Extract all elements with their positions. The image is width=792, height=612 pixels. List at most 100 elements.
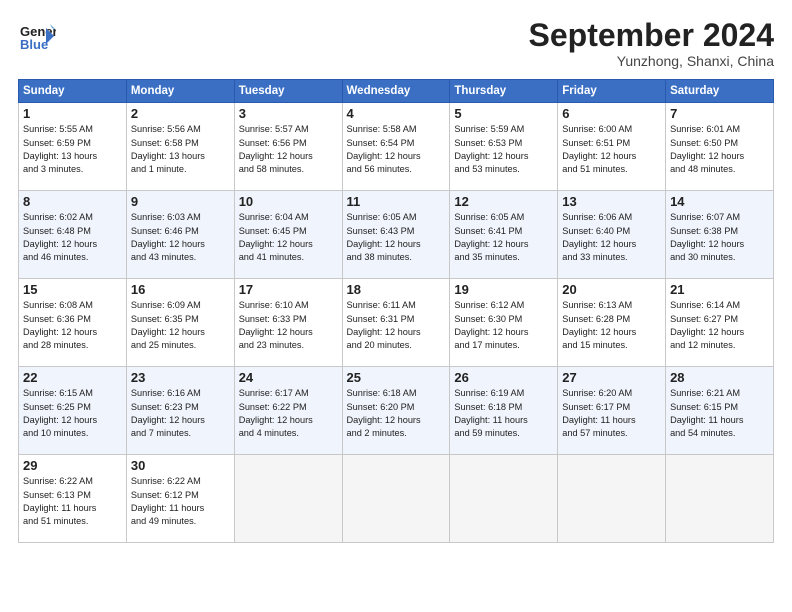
day-info: Daylight: 12 hours — [239, 150, 338, 163]
col-monday: Monday — [126, 80, 234, 103]
cell-1-6: 6Sunrise: 6:00 AMSunset: 6:51 PMDaylight… — [558, 103, 666, 191]
day-number: 18 — [347, 282, 446, 297]
cell-5-5 — [450, 455, 558, 543]
cell-5-2: 30Sunrise: 6:22 AMSunset: 6:12 PMDayligh… — [126, 455, 234, 543]
day-number: 29 — [23, 458, 122, 473]
calendar-table: Sunday Monday Tuesday Wednesday Thursday… — [18, 79, 774, 543]
day-info: Sunrise: 6:22 AM — [131, 475, 230, 488]
day-info: Daylight: 12 hours — [347, 150, 446, 163]
cell-2-1: 8Sunrise: 6:02 AMSunset: 6:48 PMDaylight… — [19, 191, 127, 279]
cell-2-7: 14Sunrise: 6:07 AMSunset: 6:38 PMDayligh… — [666, 191, 774, 279]
day-number: 28 — [670, 370, 769, 385]
day-info: Sunrise: 6:13 AM — [562, 299, 661, 312]
day-info: Sunrise: 6:12 AM — [454, 299, 553, 312]
day-info: Daylight: 13 hours — [131, 150, 230, 163]
day-number: 4 — [347, 106, 446, 121]
cell-3-7: 21Sunrise: 6:14 AMSunset: 6:27 PMDayligh… — [666, 279, 774, 367]
svg-text:Blue: Blue — [20, 37, 48, 52]
day-number: 9 — [131, 194, 230, 209]
day-info: and 12 minutes. — [670, 339, 769, 352]
day-number: 24 — [239, 370, 338, 385]
day-number: 13 — [562, 194, 661, 209]
cell-4-6: 27Sunrise: 6:20 AMSunset: 6:17 PMDayligh… — [558, 367, 666, 455]
day-info: Sunset: 6:54 PM — [347, 137, 446, 150]
day-info: Sunset: 6:45 PM — [239, 225, 338, 238]
col-sunday: Sunday — [19, 80, 127, 103]
day-info: Sunset: 6:43 PM — [347, 225, 446, 238]
day-info: and 53 minutes. — [454, 163, 553, 176]
day-info: Sunrise: 6:22 AM — [23, 475, 122, 488]
header-row: Sunday Monday Tuesday Wednesday Thursday… — [19, 80, 774, 103]
title-block: September 2024 Yunzhong, Shanxi, China — [529, 18, 774, 69]
day-info: and 30 minutes. — [670, 251, 769, 264]
cell-2-2: 9Sunrise: 6:03 AMSunset: 6:46 PMDaylight… — [126, 191, 234, 279]
day-info: Sunrise: 6:00 AM — [562, 123, 661, 136]
cell-2-6: 13Sunrise: 6:06 AMSunset: 6:40 PMDayligh… — [558, 191, 666, 279]
day-info: Daylight: 11 hours — [670, 414, 769, 427]
page: General Blue September 2024 Yunzhong, Sh… — [0, 0, 792, 612]
day-number: 23 — [131, 370, 230, 385]
day-number: 8 — [23, 194, 122, 209]
cell-4-5: 26Sunrise: 6:19 AMSunset: 6:18 PMDayligh… — [450, 367, 558, 455]
day-info: Sunset: 6:48 PM — [23, 225, 122, 238]
day-info: Sunset: 6:31 PM — [347, 313, 446, 326]
day-info: Sunrise: 6:03 AM — [131, 211, 230, 224]
col-friday: Friday — [558, 80, 666, 103]
day-info: Sunset: 6:50 PM — [670, 137, 769, 150]
day-info: Daylight: 12 hours — [562, 150, 661, 163]
day-info: Sunset: 6:56 PM — [239, 137, 338, 150]
day-info: Daylight: 12 hours — [131, 238, 230, 251]
day-info: Sunrise: 6:14 AM — [670, 299, 769, 312]
day-info: and 38 minutes. — [347, 251, 446, 264]
day-info: and 51 minutes. — [562, 163, 661, 176]
day-number: 25 — [347, 370, 446, 385]
cell-5-4 — [342, 455, 450, 543]
day-info: Sunrise: 6:07 AM — [670, 211, 769, 224]
day-info: Daylight: 12 hours — [23, 414, 122, 427]
cell-5-7 — [666, 455, 774, 543]
calendar-body: 1Sunrise: 5:55 AMSunset: 6:59 PMDaylight… — [19, 103, 774, 543]
day-info: and 23 minutes. — [239, 339, 338, 352]
day-number: 6 — [562, 106, 661, 121]
cell-4-7: 28Sunrise: 6:21 AMSunset: 6:15 PMDayligh… — [666, 367, 774, 455]
cell-4-3: 24Sunrise: 6:17 AMSunset: 6:22 PMDayligh… — [234, 367, 342, 455]
cell-4-2: 23Sunrise: 6:16 AMSunset: 6:23 PMDayligh… — [126, 367, 234, 455]
day-info: Daylight: 12 hours — [23, 238, 122, 251]
day-info: and 49 minutes. — [131, 515, 230, 528]
col-wednesday: Wednesday — [342, 80, 450, 103]
day-info: Sunrise: 6:15 AM — [23, 387, 122, 400]
cell-3-1: 15Sunrise: 6:08 AMSunset: 6:36 PMDayligh… — [19, 279, 127, 367]
day-info: Sunrise: 6:01 AM — [670, 123, 769, 136]
week-row-4: 22Sunrise: 6:15 AMSunset: 6:25 PMDayligh… — [19, 367, 774, 455]
day-info: Daylight: 13 hours — [23, 150, 122, 163]
day-info: and 25 minutes. — [131, 339, 230, 352]
cell-1-2: 2Sunrise: 5:56 AMSunset: 6:58 PMDaylight… — [126, 103, 234, 191]
day-info: and 48 minutes. — [670, 163, 769, 176]
day-info: Sunset: 6:53 PM — [454, 137, 553, 150]
day-number: 16 — [131, 282, 230, 297]
day-number: 17 — [239, 282, 338, 297]
day-info: and 43 minutes. — [131, 251, 230, 264]
day-info: and 10 minutes. — [23, 427, 122, 440]
day-info: Daylight: 11 hours — [454, 414, 553, 427]
cell-2-4: 11Sunrise: 6:05 AMSunset: 6:43 PMDayligh… — [342, 191, 450, 279]
day-info: Daylight: 12 hours — [239, 326, 338, 339]
cell-5-3 — [234, 455, 342, 543]
day-info: Sunrise: 6:21 AM — [670, 387, 769, 400]
day-info: Sunset: 6:18 PM — [454, 401, 553, 414]
cell-2-5: 12Sunrise: 6:05 AMSunset: 6:41 PMDayligh… — [450, 191, 558, 279]
day-info: and 59 minutes. — [454, 427, 553, 440]
day-number: 3 — [239, 106, 338, 121]
day-info: Sunrise: 6:16 AM — [131, 387, 230, 400]
day-info: Sunset: 6:22 PM — [239, 401, 338, 414]
day-info: Sunrise: 5:57 AM — [239, 123, 338, 136]
day-info: Daylight: 12 hours — [670, 326, 769, 339]
day-number: 26 — [454, 370, 553, 385]
day-info: Daylight: 12 hours — [454, 238, 553, 251]
day-info: and 15 minutes. — [562, 339, 661, 352]
cell-3-3: 17Sunrise: 6:10 AMSunset: 6:33 PMDayligh… — [234, 279, 342, 367]
day-info: Sunrise: 6:18 AM — [347, 387, 446, 400]
day-info: and 54 minutes. — [670, 427, 769, 440]
day-number: 7 — [670, 106, 769, 121]
cell-2-3: 10Sunrise: 6:04 AMSunset: 6:45 PMDayligh… — [234, 191, 342, 279]
